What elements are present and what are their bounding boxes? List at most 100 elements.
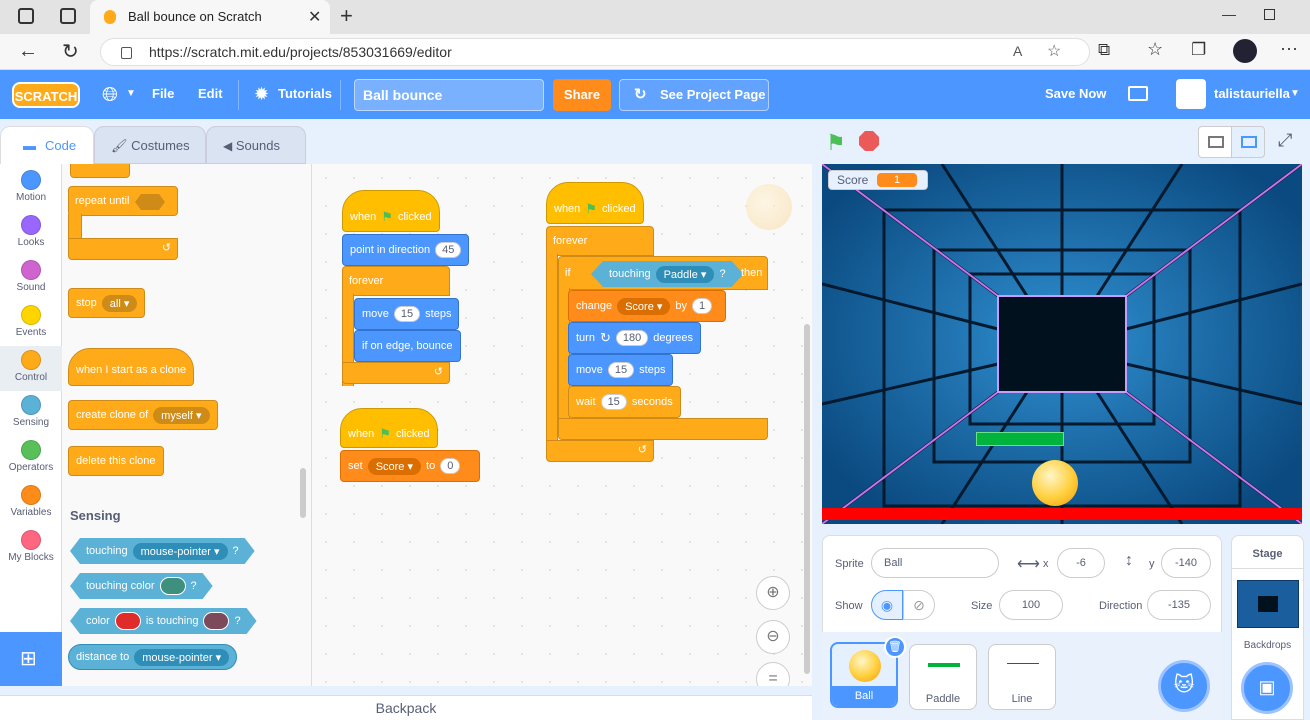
when-flag-clicked-block[interactable]: when ⚑ clicked: [340, 408, 438, 448]
new-tab-icon[interactable]: +: [340, 3, 353, 29]
degrees-input[interactable]: 180: [615, 330, 649, 346]
distance-dropdown[interactable]: mouse-pointer ▾: [134, 648, 230, 666]
restore-icon[interactable]: [1264, 9, 1275, 20]
paddle-sprite[interactable]: [976, 432, 1064, 446]
category-control[interactable]: Control: [0, 346, 62, 391]
minimize-icon[interactable]: —: [1222, 6, 1236, 22]
delete-clone-block[interactable]: delete this clone: [68, 446, 164, 476]
sprite-thumb-paddle[interactable]: Paddle: [909, 644, 977, 710]
repeat-until-block[interactable]: repeat until: [68, 186, 178, 216]
add-extension-button[interactable]: ⊞: [0, 632, 62, 686]
point-in-direction-block[interactable]: point in direction 45: [342, 234, 470, 266]
size-input[interactable]: 100: [999, 590, 1063, 620]
show-hidden-button[interactable]: ⊘: [903, 590, 935, 620]
menu-tutorials[interactable]: Tutorials: [278, 84, 332, 104]
project-title-input[interactable]: Ball bounce: [354, 79, 544, 111]
if-then-block[interactable]: if touching Paddle ▾ ? then: [558, 256, 768, 290]
stage-canvas[interactable]: Score 1: [822, 164, 1302, 524]
color-swatch[interactable]: [115, 612, 141, 630]
score-monitor[interactable]: Score 1: [828, 170, 928, 190]
direction-input[interactable]: 45: [435, 242, 462, 258]
username[interactable]: talistauriella: [1214, 84, 1290, 104]
when-clone-block[interactable]: when I start as a clone: [68, 348, 195, 386]
back-icon[interactable]: ←: [18, 40, 38, 63]
menu-edit[interactable]: Edit: [198, 84, 223, 104]
stop-block[interactable]: stop all ▾: [68, 288, 146, 318]
x-input[interactable]: -6: [1057, 548, 1105, 578]
workspace-scrollbar[interactable]: [804, 324, 810, 674]
refresh-icon[interactable]: ↻: [62, 39, 79, 64]
favorite-add-icon[interactable]: ☆: [1047, 41, 1061, 61]
move-steps-block[interactable]: move 15 steps: [568, 354, 674, 386]
y-input[interactable]: -140: [1161, 548, 1211, 578]
sprite-thumb-ball[interactable]: Ball 🗑︎: [830, 636, 906, 708]
ball-sprite[interactable]: [1032, 460, 1078, 506]
category-sound[interactable]: Sound: [0, 260, 62, 293]
zoom-in-button[interactable]: ⊕: [756, 576, 790, 610]
favorites-icon[interactable]: ☆: [1147, 39, 1163, 60]
delete-sprite-button[interactable]: 🗑︎: [884, 636, 906, 658]
create-clone-block[interactable]: create clone of myself ▾: [68, 400, 218, 430]
account-chevron-down-icon[interactable]: ▼: [1290, 88, 1300, 99]
move-steps-block[interactable]: move 15 steps: [354, 298, 460, 330]
small-stage-button[interactable]: [1198, 126, 1232, 158]
sprite-thumb-line[interactable]: Line: [988, 644, 1056, 710]
workspaces-icon[interactable]: [18, 8, 34, 24]
vertical-tabs-icon[interactable]: [60, 8, 76, 24]
close-tab-icon[interactable]: ✕: [308, 7, 321, 27]
wait-seconds-block[interactable]: wait 15 seconds: [568, 386, 681, 418]
direction-input[interactable]: -135: [1147, 590, 1211, 620]
tab-code[interactable]: ▬ Code: [0, 126, 94, 164]
color-touching-color-block[interactable]: color is touching ?: [70, 608, 257, 634]
color-swatch[interactable]: [160, 577, 186, 595]
menu-file[interactable]: File: [152, 84, 174, 104]
backpack[interactable]: Backpack: [0, 695, 812, 720]
choose-backdrop-button[interactable]: ▣: [1241, 662, 1293, 714]
fullscreen-icon[interactable]: ⤢: [1278, 130, 1292, 151]
forever-block-stub[interactable]: [70, 164, 130, 178]
set-variable-block[interactable]: set Score ▾ to 0: [340, 450, 480, 482]
extensions-icon[interactable]: ⧉: [1098, 40, 1110, 60]
change-variable-block[interactable]: change Score ▾ by 1: [568, 290, 726, 322]
touching-color-block[interactable]: touching color ?: [70, 573, 213, 599]
category-looks[interactable]: Looks: [0, 215, 62, 248]
change-value-input[interactable]: 1: [692, 298, 713, 314]
show-visible-button[interactable]: ◉: [871, 590, 903, 620]
clone-target-dropdown[interactable]: myself ▾: [153, 406, 210, 424]
choose-sprite-button[interactable]: 🐱︎: [1158, 660, 1210, 712]
when-flag-clicked-block[interactable]: when ⚑ clicked: [342, 190, 440, 232]
category-events[interactable]: Events: [0, 305, 62, 338]
wait-input[interactable]: 15: [600, 394, 627, 410]
category-operators[interactable]: Operators: [0, 440, 62, 473]
collections-icon[interactable]: ❐: [1191, 40, 1206, 60]
save-now-button[interactable]: Save Now: [1045, 84, 1106, 104]
palette-scrollbar[interactable]: [300, 468, 306, 518]
variable-dropdown[interactable]: Score ▾: [617, 297, 671, 315]
tab-sounds[interactable]: ◀︎ Sounds: [206, 126, 306, 164]
profile-avatar[interactable]: [1233, 39, 1257, 63]
touching-paddle-condition[interactable]: touching Paddle ▾ ?: [591, 261, 744, 287]
more-menu-icon[interactable]: ···: [1280, 38, 1298, 59]
browser-tab[interactable]: Ball bounce on Scratch ✕: [90, 0, 330, 34]
scratch-logo[interactable]: SCRATCH: [12, 82, 80, 108]
distance-to-block[interactable]: distance to mouse-pointer ▾: [68, 644, 238, 670]
turn-degrees-block[interactable]: turn ↻ 180 degrees: [568, 322, 701, 354]
line-sprite[interactable]: [822, 508, 1302, 520]
category-my-blocks[interactable]: My Blocks: [0, 530, 62, 563]
touching-dropdown[interactable]: mouse-pointer ▾: [133, 543, 228, 560]
steps-input[interactable]: 15: [393, 306, 421, 322]
stop-dropdown[interactable]: all ▾: [101, 294, 138, 312]
category-sensing[interactable]: Sensing: [0, 395, 62, 428]
stage-selector[interactable]: Stage Backdrops ▣: [1231, 535, 1304, 720]
address-input[interactable]: https://scratch.mit.edu/projects/8530316…: [100, 38, 1090, 66]
share-button[interactable]: Share: [553, 79, 611, 111]
forever-block[interactable]: forever: [546, 226, 654, 256]
green-flag-button[interactable]: ⚑: [826, 130, 846, 156]
color-swatch[interactable]: [203, 612, 229, 630]
category-motion[interactable]: Motion: [0, 170, 62, 203]
sprite-name-input[interactable]: Ball: [871, 548, 999, 578]
forever-block[interactable]: forever: [342, 266, 450, 296]
steps-input[interactable]: 15: [607, 362, 635, 378]
my-stuff-folder-icon[interactable]: [1128, 86, 1148, 101]
large-stage-button[interactable]: [1231, 126, 1265, 158]
